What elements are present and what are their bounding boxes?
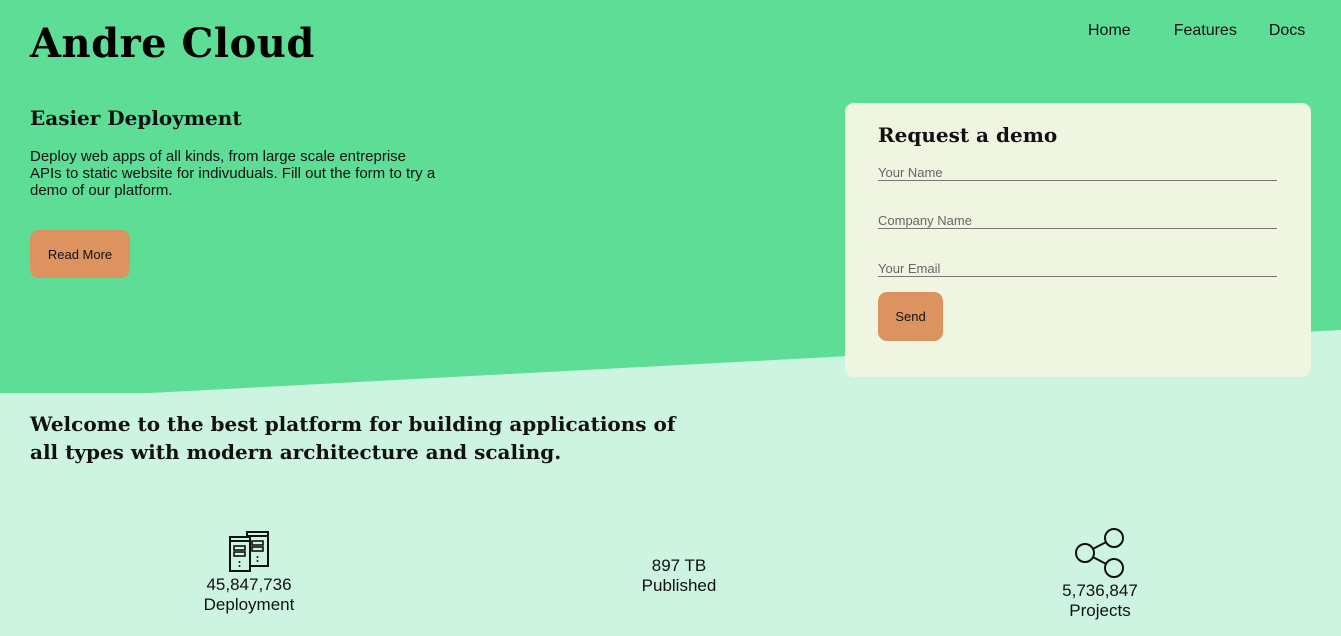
company-name-input[interactable] — [878, 212, 1277, 229]
share-icon — [1075, 528, 1124, 578]
nav-home-link[interactable]: Home — [1088, 22, 1131, 40]
name-input[interactable] — [878, 164, 1277, 181]
hero-heading: Easier Deployment — [30, 106, 242, 130]
hero-description: Deploy web apps of all kinds, from large… — [30, 148, 436, 199]
send-button[interactable]: Send — [878, 292, 943, 341]
demo-form-title: Request a demo — [878, 123, 1058, 147]
stat-value: 5,736,847 — [1062, 581, 1138, 600]
stat-label: Deployment — [203, 595, 295, 614]
stat-label: Projects — [1069, 601, 1131, 620]
stat-value: 897 TB — [651, 556, 707, 575]
stat-label: Published — [641, 576, 717, 595]
stat-value: 45,847,736 — [206, 575, 292, 594]
stat-deployments: 45,847,736 Deployment — [184, 530, 314, 615]
brand-logo[interactable]: Andre Cloud — [30, 20, 315, 67]
read-more-button[interactable]: Read More — [30, 230, 130, 278]
email-input[interactable] — [878, 260, 1277, 277]
server-icon — [229, 531, 269, 572]
top-nav: Home Features Docs — [1088, 22, 1305, 40]
demo-request-card: Request a demo Send — [845, 103, 1311, 377]
nav-docs-link[interactable]: Docs — [1269, 22, 1305, 40]
stat-published: 897 TB Published — [614, 556, 744, 596]
stat-projects: 5,736,847 Projects — [1035, 528, 1165, 621]
nav-features-link[interactable]: Features — [1174, 22, 1237, 40]
welcome-heading: Welcome to the best platform for buildin… — [30, 412, 676, 464]
